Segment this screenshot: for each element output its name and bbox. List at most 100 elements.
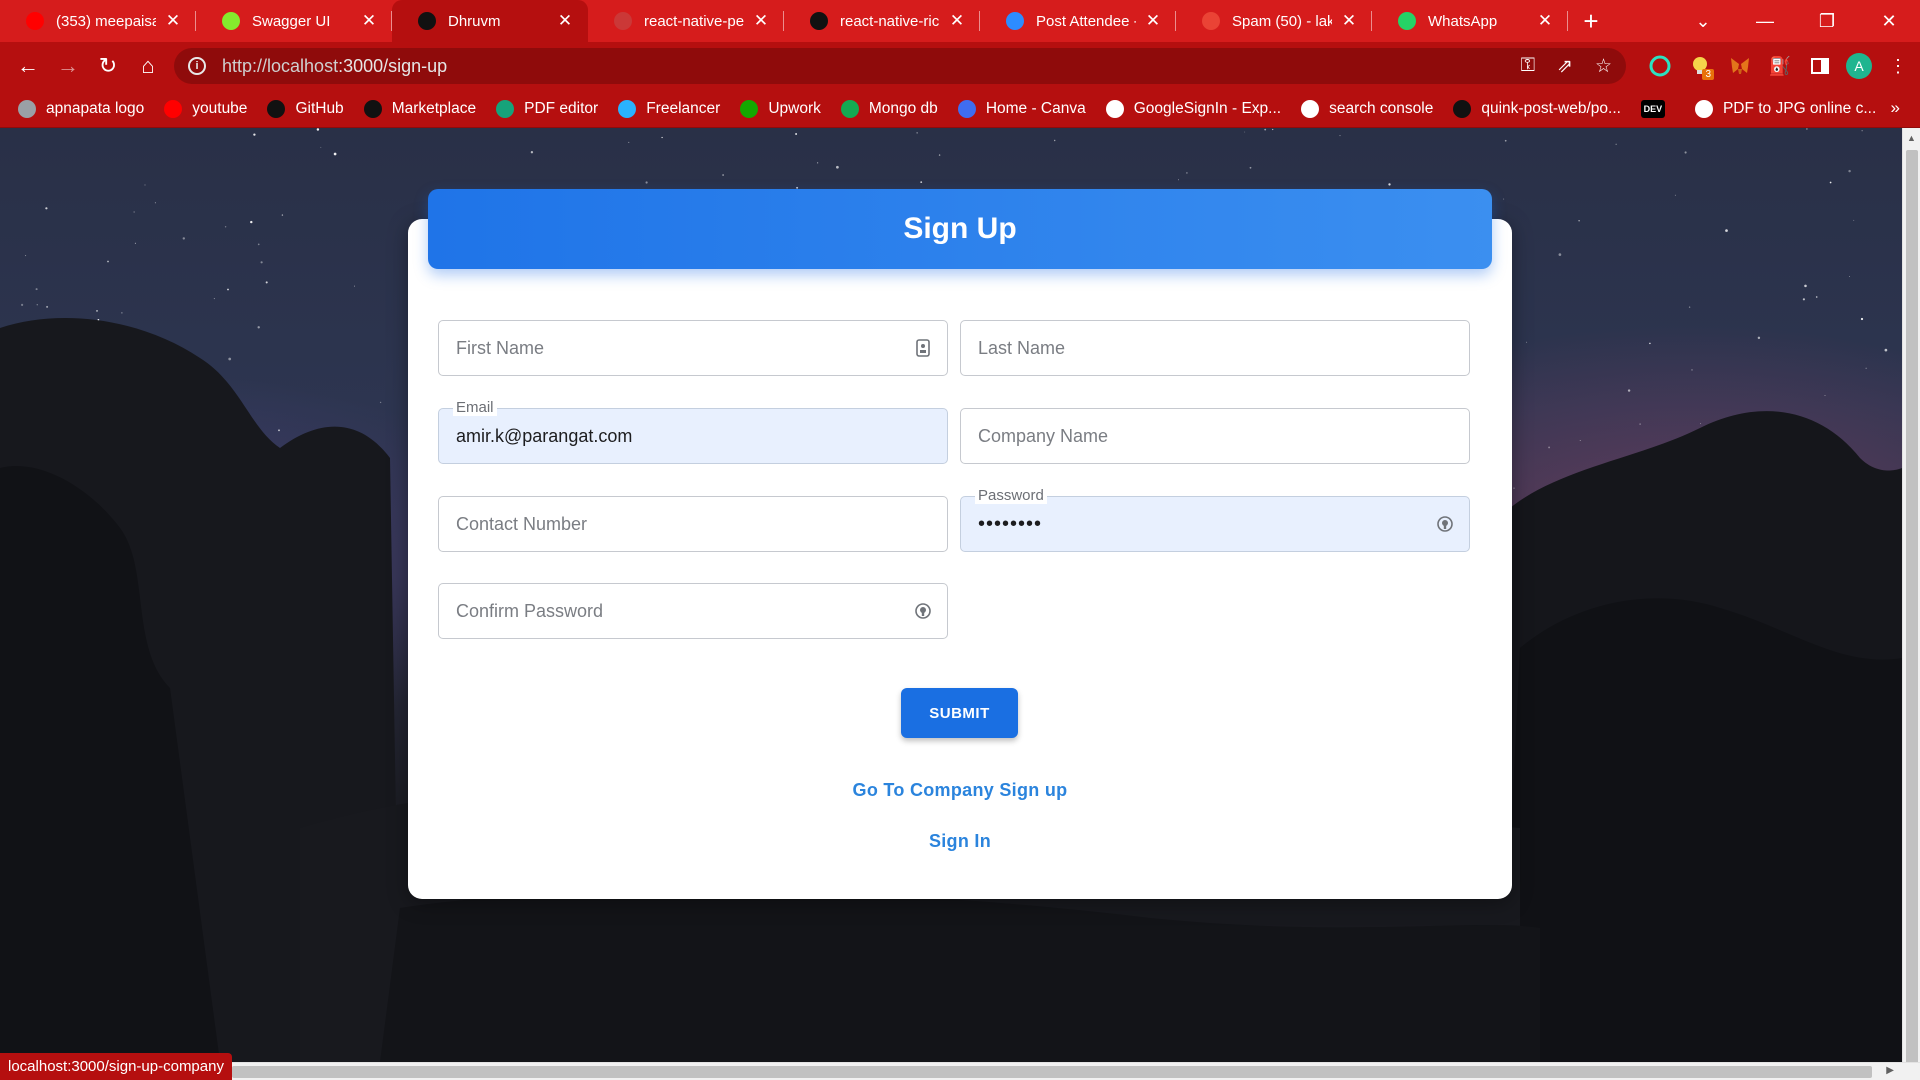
bookmark-item[interactable]: quink-post-web/po... xyxy=(1453,99,1621,118)
horizontal-scroll-thumb[interactable] xyxy=(232,1066,1872,1078)
bookmark-item[interactable]: apnapata logo xyxy=(18,99,144,118)
whatsapp-icon xyxy=(1398,12,1416,30)
scroll-up-icon[interactable]: ▲ xyxy=(1907,133,1916,143)
browser-menu-icon[interactable]: ⋮ xyxy=(1884,52,1912,80)
tab-close-icon[interactable]: ✕ xyxy=(1340,11,1358,31)
more-bookmarks-icon[interactable]: » xyxy=(1891,98,1900,118)
horizontal-scrollbar[interactable]: ▶ xyxy=(0,1062,1920,1080)
vertical-scroll-thumb[interactable] xyxy=(1906,150,1918,1078)
tab-title: Dhruvm xyxy=(448,12,501,30)
browser-tab[interactable]: Spam (50) - lakhe ✕ xyxy=(1176,0,1372,42)
browser-tab[interactable]: Post Attendee - Z ✕ xyxy=(980,0,1176,42)
bookmark-item[interactable]: PDF editor xyxy=(496,99,598,118)
minimize-icon[interactable]: — xyxy=(1734,0,1796,42)
pdf-jpg-icon xyxy=(1694,99,1713,118)
tab-strip: (353) meepaisa-co✕Swagger UI✕Dhruvm✕reac… xyxy=(0,0,1920,42)
bookmark-item[interactable]: DEV xyxy=(1640,99,1675,118)
freelancer-icon xyxy=(618,99,637,118)
metamask-extension-icon[interactable] xyxy=(1726,52,1754,80)
last-name-field[interactable]: Last Name xyxy=(960,320,1470,376)
first-name-field[interactable]: First Name xyxy=(438,320,948,376)
tab-close-icon[interactable]: ✕ xyxy=(948,11,966,31)
bookmark-item[interactable]: GoogleSignIn - Exp... xyxy=(1105,99,1281,118)
bookmark-label: Mongo db xyxy=(868,99,938,117)
tab-divider xyxy=(1567,11,1568,31)
browser-tab[interactable]: Swagger UI ✕ xyxy=(196,0,392,42)
search-console-icon xyxy=(1301,99,1320,118)
tab-list: (353) meepaisa-co✕Swagger UI✕Dhruvm✕reac… xyxy=(0,0,1568,42)
email-field[interactable]: Email amir.k@parangat.com xyxy=(438,400,948,464)
browser-tab[interactable]: WhatsApp ✕ xyxy=(1372,0,1568,42)
bookmark-item[interactable]: Home - Canva xyxy=(957,99,1086,118)
home-icon[interactable]: ⌂ xyxy=(128,46,168,86)
address-bar[interactable]: i http://localhost:3000/sign-up ⚿ ⇗ ☆ xyxy=(174,48,1626,84)
tab-close-icon[interactable]: ✕ xyxy=(1536,11,1554,31)
npm-icon xyxy=(614,12,632,30)
tab-close-icon[interactable]: ✕ xyxy=(1144,11,1162,31)
page-viewport: Sign Up First Name Last Name Email amir.… xyxy=(0,128,1902,1062)
bookmark-item[interactable]: Upwork xyxy=(740,99,821,118)
sign-in-link-text[interactable]: Sign In xyxy=(929,831,991,851)
extensions-puzzle-icon[interactable]: ⛽ xyxy=(1766,52,1794,80)
url-text[interactable]: http://localhost:3000/sign-up xyxy=(222,56,447,77)
side-panel-icon[interactable] xyxy=(1806,52,1834,80)
back-icon[interactable]: ← xyxy=(8,46,48,86)
forward-icon[interactable]: → xyxy=(48,46,88,86)
bookmark-item[interactable]: Mongo db xyxy=(840,99,938,118)
vertical-scrollbar[interactable]: ▲ xyxy=(1902,128,1920,1078)
new-tab-button[interactable]: + xyxy=(1568,0,1614,42)
browser-tab[interactable]: react-native-pell- ✕ xyxy=(588,0,784,42)
tab-title: Post Attendee - Z xyxy=(1036,12,1136,30)
url-host: http://localhost xyxy=(222,55,339,76)
tab-close-icon[interactable]: ✕ xyxy=(752,11,770,31)
bookmark-item[interactable]: Marketplace xyxy=(363,99,477,118)
browser-tab[interactable]: react-native-rich- ✕ xyxy=(784,0,980,42)
profile-avatar[interactable]: A xyxy=(1846,53,1872,79)
contact-number-field[interactable]: Contact Number xyxy=(438,496,948,552)
company-name-field[interactable]: Company Name xyxy=(960,408,1470,464)
browser-tab[interactable]: (353) meepaisa-co ✕ xyxy=(0,0,196,42)
password-visibility-icon[interactable] xyxy=(1435,514,1455,534)
contact-card-icon[interactable] xyxy=(913,338,933,358)
lightbulb-extension-icon[interactable]: 3 xyxy=(1686,52,1714,80)
tab-close-icon[interactable]: ✕ xyxy=(360,11,378,31)
tab-close-icon[interactable]: ✕ xyxy=(556,11,574,31)
marketplace-icon xyxy=(363,99,382,118)
dev-icon: DEV xyxy=(1640,99,1665,118)
bookmarks-bar: apnapata logo youtube GitHub Marketplace PDF… xyxy=(0,90,1920,128)
extension-badge: 3 xyxy=(1702,69,1714,80)
bookmark-item[interactable]: PDF to JPG online c... xyxy=(1694,99,1876,118)
browser-tab[interactable]: Dhruvm ✕ xyxy=(392,0,588,42)
bookmark-label: Home - Canva xyxy=(985,99,1086,117)
company-signup-link-text[interactable]: Go To Company Sign up xyxy=(853,780,1068,800)
zoom-icon xyxy=(1006,12,1024,30)
bookmark-label: Marketplace xyxy=(391,99,477,117)
sign-in-link: Sign In xyxy=(408,831,1512,852)
bookmark-label: search console xyxy=(1329,99,1434,117)
share-icon[interactable]: ⇗ xyxy=(1557,55,1573,78)
bookmark-star-icon[interactable]: ☆ xyxy=(1595,55,1612,78)
confirm-password-field[interactable]: Confirm Password xyxy=(438,583,948,639)
pdf-editor-icon xyxy=(496,99,515,118)
window-controls: ⌄ — ❐ ✕ xyxy=(1672,0,1920,42)
tab-search-icon[interactable]: ⌄ xyxy=(1672,0,1734,42)
restore-icon[interactable]: ❐ xyxy=(1796,0,1858,42)
reload-icon[interactable]: ↻ xyxy=(88,46,128,86)
confirm-password-visibility-icon[interactable] xyxy=(913,601,933,621)
site-info-icon[interactable]: i xyxy=(188,57,206,75)
submit-button[interactable]: SUBMIT xyxy=(901,688,1018,738)
bookmark-item[interactable]: GitHub xyxy=(267,99,344,118)
bookmark-label: GitHub xyxy=(295,99,344,117)
bookmark-item[interactable]: Freelancer xyxy=(618,99,720,118)
password-field[interactable]: Password •••••••• xyxy=(960,488,1470,552)
grammarly-extension-icon[interactable] xyxy=(1646,52,1674,80)
key-icon[interactable]: ⚿ xyxy=(1521,55,1535,77)
tab-close-icon[interactable]: ✕ xyxy=(164,11,182,31)
bookmark-item[interactable]: search console xyxy=(1301,99,1434,118)
youtube-icon xyxy=(164,99,183,118)
scroll-right-icon[interactable]: ▶ xyxy=(1886,1065,1894,1076)
bookmark-item[interactable]: youtube xyxy=(164,99,247,118)
close-window-icon[interactable]: ✕ xyxy=(1858,0,1920,42)
signup-title: Sign Up xyxy=(428,189,1492,269)
tab-title: Spam (50) - lakhe xyxy=(1232,12,1332,30)
